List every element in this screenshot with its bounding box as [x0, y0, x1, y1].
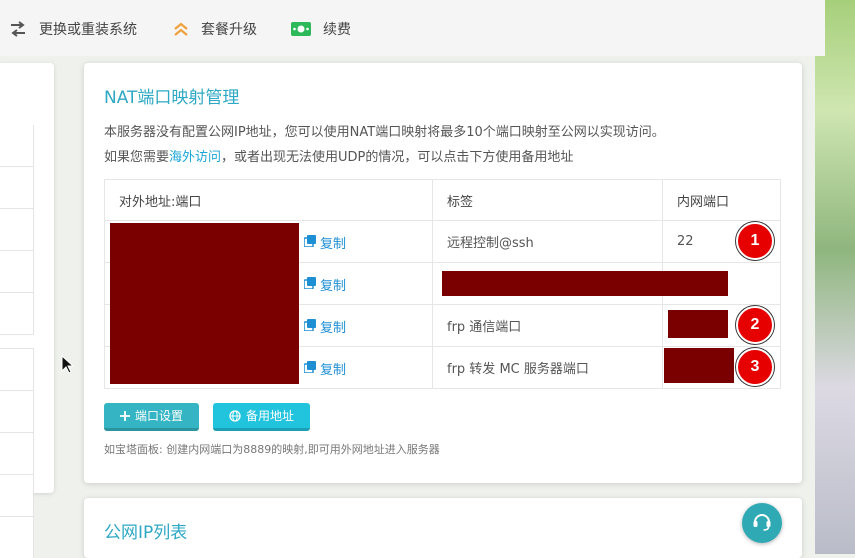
- renew-button[interactable]: 续费: [291, 18, 351, 40]
- redaction-block-port: [668, 310, 728, 338]
- nat-description-line2: 如果您需要海外访问，或者出现无法使用UDP的情况，可以点击下方使用备用地址: [104, 146, 573, 165]
- public-ip-card: 公网IP列表: [84, 498, 802, 558]
- left-row: [0, 125, 34, 167]
- headset-icon: [751, 510, 773, 536]
- copy-icon: [303, 360, 316, 377]
- left-row: [0, 348, 34, 390]
- copy-icon: [303, 318, 316, 335]
- column-header-address: 对外地址:端口: [104, 179, 433, 221]
- port-settings-label: 端口设置: [134, 409, 183, 423]
- left-panel-rows: [0, 125, 34, 335]
- annotation-badge: 1: [736, 222, 774, 260]
- nat-description-line1: 本服务器没有配置公网IP地址，您可以使用NAT端口映射将最多10个端口映射至公网…: [104, 125, 665, 140]
- port-settings-button[interactable]: 端口设置: [104, 403, 199, 431]
- double-chevron-up-icon: [173, 21, 189, 37]
- background-art: [815, 0, 855, 554]
- desc-line2-pre: 如果您需要: [104, 150, 170, 165]
- copy-button[interactable]: 复制: [303, 359, 347, 378]
- copy-label: 复制: [320, 237, 347, 252]
- money-icon: [291, 22, 311, 36]
- left-panel-lower: [0, 348, 34, 558]
- left-row: [0, 390, 34, 432]
- swap-arrows-icon: [9, 21, 27, 37]
- copy-label: 复制: [320, 321, 347, 336]
- annotation-badge: 2: [736, 306, 774, 344]
- column-header-port: 内网端口: [662, 179, 781, 221]
- footnote: 如宝塔面板: 创建内网端口为8889的映射,即可用外网地址进入服务器: [104, 443, 440, 456]
- tag-cell: 远程控制@ssh: [432, 220, 663, 263]
- copy-button[interactable]: 复制: [303, 233, 347, 252]
- mouse-cursor-icon: [61, 354, 75, 379]
- reinstall-system-label: 更换或重装系统: [39, 22, 137, 38]
- annotation-badge: 3: [736, 348, 774, 386]
- globe-icon: [229, 409, 241, 422]
- tag-cell: frp 转发 MC 服务器端口: [432, 346, 663, 389]
- backup-address-button[interactable]: 备用地址: [213, 403, 310, 431]
- left-row: [0, 432, 34, 474]
- table-header-row: 对外地址:端口 标签 内网端口: [104, 179, 781, 221]
- plus-icon: [119, 410, 130, 421]
- desc-line2-post: ，或者出现无法使用UDP的情况，可以点击下方使用备用地址: [221, 150, 574, 165]
- left-row: [0, 209, 34, 251]
- copy-label: 复制: [320, 279, 347, 294]
- left-row: [0, 293, 34, 335]
- upgrade-plan-button[interactable]: 套餐升级: [173, 18, 257, 40]
- left-row: [0, 474, 34, 516]
- copy-button[interactable]: 复制: [303, 317, 347, 336]
- overseas-access-link[interactable]: 海外访问: [169, 150, 221, 165]
- left-row: [0, 167, 34, 209]
- nat-title: NAT端口映射管理: [104, 88, 240, 108]
- redaction-block-addresses: [110, 223, 299, 384]
- backup-address-label: 备用地址: [245, 409, 294, 423]
- reinstall-system-button[interactable]: 更换或重装系统: [9, 18, 137, 40]
- copy-label: 复制: [320, 363, 347, 378]
- top-toolbar: 更换或重装系统 套餐升级 续费: [0, 0, 825, 56]
- column-header-tag: 标签: [432, 179, 663, 221]
- tag-cell: frp 通信端口: [432, 304, 663, 347]
- customer-support-button[interactable]: [742, 503, 782, 543]
- nat-card: NAT端口映射管理 本服务器没有配置公网IP地址，您可以使用NAT端口映射将最多…: [84, 63, 802, 483]
- copy-icon: [303, 276, 316, 293]
- upgrade-plan-label: 套餐升级: [201, 22, 257, 38]
- redaction-block-port: [664, 348, 734, 383]
- left-row: [0, 516, 34, 558]
- copy-icon: [303, 234, 316, 251]
- copy-button[interactable]: 复制: [303, 275, 347, 294]
- left-row: [0, 251, 34, 293]
- redaction-block-tag: [442, 271, 728, 296]
- renew-label: 续费: [323, 22, 351, 38]
- public-ip-title: 公网IP列表: [104, 523, 188, 543]
